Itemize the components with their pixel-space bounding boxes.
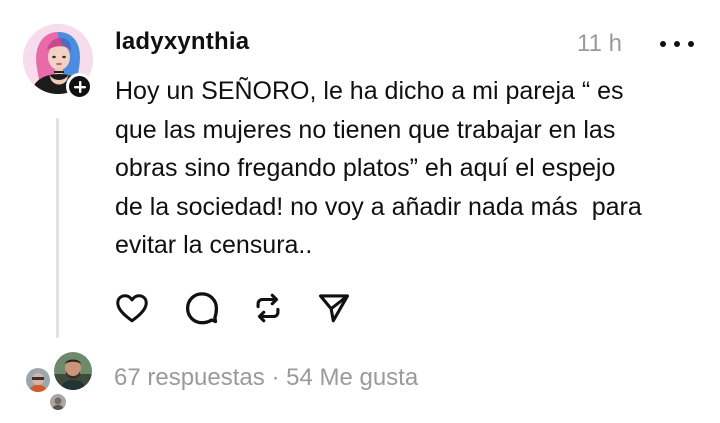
repost-button[interactable] — [248, 288, 288, 328]
user-avatar-icon — [26, 368, 50, 392]
post-text: Hoy un SEÑORO, le ha dicho a mi pareja “… — [115, 77, 642, 259]
more-options-icon[interactable] — [660, 36, 694, 52]
dot — [688, 41, 694, 47]
follow-button[interactable] — [66, 73, 93, 100]
stats-separator: · — [271, 364, 280, 391]
user-avatar-icon — [50, 394, 66, 410]
repost-icon — [256, 293, 280, 323]
share-icon — [318, 294, 350, 323]
reply-avatar — [48, 392, 68, 412]
replies-count[interactable]: 67 respuestas — [114, 364, 265, 391]
dot — [674, 41, 680, 47]
dot — [660, 41, 666, 47]
post-stats: 67 respuestas · 54 Me gusta — [114, 364, 418, 392]
reply-avatar — [52, 350, 94, 392]
reply-avatar — [24, 366, 52, 394]
user-avatar-icon — [54, 352, 92, 390]
reply-avatars — [22, 348, 97, 413]
username[interactable]: ladyxynthia — [115, 28, 249, 56]
like-button[interactable] — [112, 288, 152, 328]
post-time: 11 h — [577, 30, 622, 57]
comment-button[interactable] — [182, 288, 222, 328]
comment-icon — [185, 292, 219, 325]
thread-line — [56, 118, 59, 338]
heart-icon — [116, 294, 148, 323]
share-button[interactable] — [314, 288, 354, 328]
plus-icon — [73, 80, 86, 93]
likes-count[interactable]: 54 Me gusta — [286, 364, 418, 391]
